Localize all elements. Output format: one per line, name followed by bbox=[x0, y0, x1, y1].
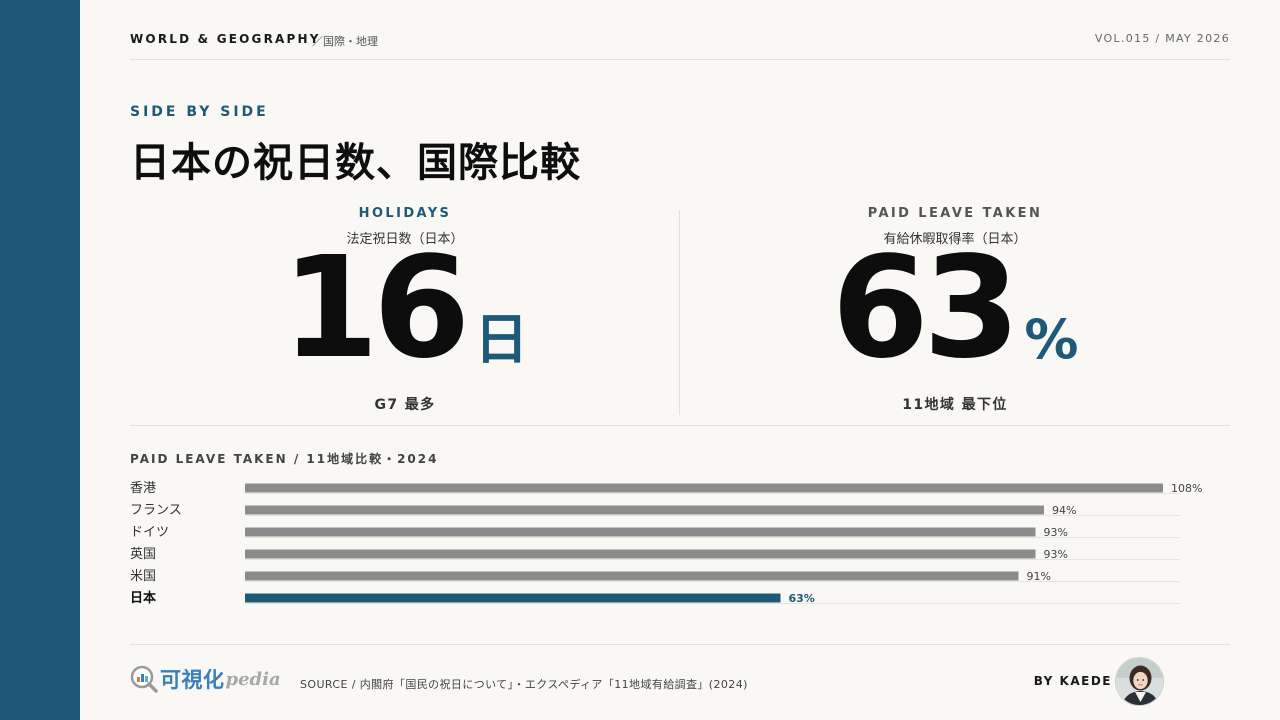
bar-category-label: 日本 bbox=[130, 590, 156, 606]
bar-0 bbox=[245, 483, 1163, 493]
kpi-value: 63 bbox=[831, 227, 1021, 390]
bar-category-label: フランス bbox=[130, 503, 182, 518]
byline: BY KAEDE bbox=[1033, 674, 1112, 688]
bar-value-label: 108% bbox=[1171, 482, 1202, 495]
section-label: WORLD & GEOGRAPHY bbox=[130, 32, 321, 46]
volume-label: VOL.015 / MAY 2026 bbox=[1094, 32, 1230, 45]
bar-4 bbox=[245, 571, 1019, 581]
bar-category-label: 米国 bbox=[130, 569, 156, 584]
author-avatar bbox=[1115, 657, 1164, 706]
kpi-note: G7 最多 bbox=[374, 397, 436, 413]
bar-value-label: 91% bbox=[1027, 570, 1051, 583]
kpi-note: 11地域 最下位 bbox=[902, 397, 1008, 413]
bar-category-label: ドイツ bbox=[130, 525, 169, 540]
kpi-value-row: 16 日 bbox=[130, 227, 680, 390]
page-title: 日本の祝日数、国際比較 bbox=[130, 140, 581, 186]
kpi-unit: % bbox=[1024, 308, 1079, 371]
bar-3 bbox=[245, 549, 1036, 559]
sidebar-accent bbox=[0, 0, 80, 720]
kpi-unit: 日 bbox=[474, 308, 529, 371]
kpi-paid-leave: PAID LEAVE TAKEN 有給休暇取得率（日本） 63 % 11地域 最… bbox=[680, 206, 1230, 414]
bar-1 bbox=[245, 505, 1044, 515]
page-footer: 可視化 pedia SOURCE / 内閣府「国民の祝日について」・エクスペディ… bbox=[130, 657, 1230, 710]
bar-2 bbox=[245, 527, 1036, 537]
bar-category-label: 香港 bbox=[130, 481, 156, 496]
kpi-holidays: HOLIDAYS 法定祝日数（日本） 16 日 G7 最多 bbox=[130, 206, 680, 414]
page-header: WORLD & GEOGRAPHY ／国際・地理 VOL.015 / MAY 2… bbox=[130, 32, 1230, 60]
footer-divider bbox=[130, 644, 1230, 645]
bar-5 bbox=[245, 593, 781, 603]
kpi-label: HOLIDAYS bbox=[358, 206, 452, 221]
avatar-portrait-icon bbox=[1116, 658, 1163, 705]
site-logo: 可視化 pedia bbox=[130, 664, 281, 694]
subsection-label: ／国際・地理 bbox=[312, 35, 378, 48]
kpi-label: PAID LEAVE TAKEN bbox=[867, 206, 1043, 221]
bar-value-label: 94% bbox=[1052, 504, 1076, 517]
bar-value-label: 63% bbox=[789, 592, 815, 605]
bar-category-label: 英国 bbox=[130, 547, 156, 562]
bar-chart-svg: 香港 108% フランス 94% ドイツ 93% 英国 93% 米国 91% 日本 63% bbox=[130, 481, 1202, 606]
logo-text: 可視化 bbox=[160, 668, 225, 692]
bar-chart: 香港 108% フランス 94% ドイツ 93% 英国 93% 米国 91% 日本 63% bbox=[130, 477, 1230, 609]
magnifier-chart-icon bbox=[130, 665, 158, 693]
section-divider bbox=[130, 425, 1230, 426]
chart-title: PAID LEAVE TAKEN / 11地域比較・2024 bbox=[130, 452, 439, 466]
kpi-value: 16 bbox=[281, 227, 471, 390]
kpi-value-row: 63 % bbox=[680, 227, 1230, 390]
source-text: SOURCE / 内閣府「国民の祝日について」・エクスペディア「11地域有給調査… bbox=[300, 678, 748, 691]
kicker: SIDE BY SIDE bbox=[130, 104, 269, 120]
bar-value-label: 93% bbox=[1044, 526, 1068, 539]
logo-sub: pedia bbox=[225, 668, 281, 690]
bar-value-label: 93% bbox=[1044, 548, 1068, 561]
